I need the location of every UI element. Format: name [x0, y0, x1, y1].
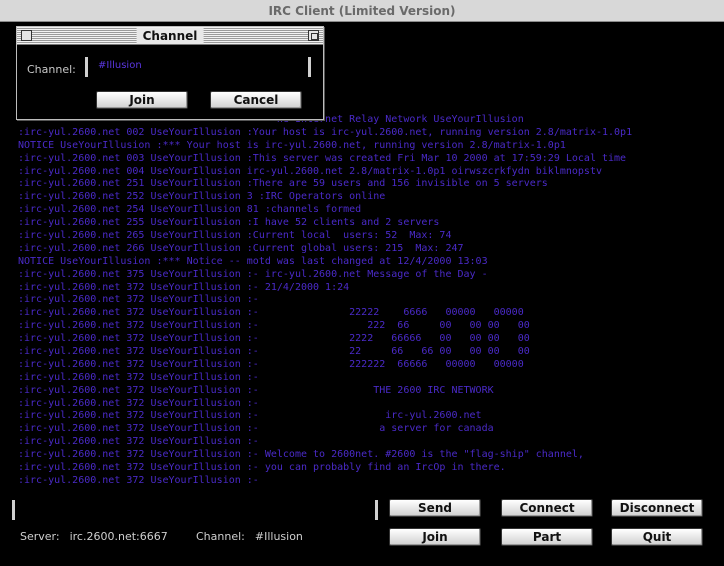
channel-input[interactable]: #Illusion	[85, 57, 311, 77]
chat-line: :irc-yul.2600.net 372 UseYourIllusion :-	[18, 436, 259, 448]
chat-line: :irc-yul.2600.net 372 UseYourIllusion :-…	[18, 410, 482, 422]
server-status: Server: irc.2600.net:6667	[20, 530, 168, 543]
chat-line: :irc-yul.2600.net 372 UseYourIllusion :-	[18, 474, 259, 486]
chat-line: :irc-yul.2600.net 372 UseYourIllusion :-	[18, 294, 259, 306]
chat-line: :irc-yul.2600.net 372 UseYourIllusion :-…	[18, 384, 494, 396]
channel-status-label: Channel:	[196, 530, 245, 543]
chat-line: NOTICE UseYourIllusion :*** Notice -- mo…	[18, 255, 488, 267]
channel-status: Channel: #Illusion	[196, 530, 303, 543]
server-label: Server:	[20, 530, 60, 543]
chat-line: :irc-yul.2600.net 252 UseYourIllusion 3 …	[18, 191, 386, 203]
chat-line: :irc-yul.2600.net 372 UseYourIllusion :-…	[18, 281, 350, 293]
chat-line: :irc-yul.2600.net 255 UseYourIllusion :I…	[18, 217, 440, 229]
chat-line: :irc-yul.2600.net 375 UseYourIllusion :-…	[18, 268, 488, 280]
chat-line: :irc-yul.2600.net 265 UseYourIllusion :C…	[18, 230, 452, 242]
chat-line: :irc-yul.2600.net 003 UseYourIllusion :T…	[18, 152, 627, 164]
window-titlebar[interactable]: IRC Client (Limited Version)	[0, 0, 724, 22]
dialog-title: Channel	[136, 28, 204, 44]
chat-line: :irc-yul.2600.net 251 UseYourIllusion :T…	[18, 178, 548, 190]
dialog-join-button[interactable]: Join	[96, 91, 188, 109]
chat-line: :irc-yul.2600.net 372 UseYourIllusion :-…	[18, 462, 506, 474]
chat-line: :irc-yul.2600.net 002 UseYourIllusion :Y…	[18, 126, 633, 138]
chat-line: :irc-yul.2600.net 372 UseYourIllusion :-…	[18, 449, 584, 461]
zoom-box-icon[interactable]	[308, 30, 319, 41]
chat-line: :irc-yul.2600.net 372 UseYourIllusion :-…	[18, 358, 524, 370]
close-box-icon[interactable]	[21, 30, 32, 41]
channel-dialog: Channel Channel: #Illusion Join Cancel	[16, 26, 324, 120]
chat-line: :irc-yul.2600.net 254 UseYourIllusion 81…	[18, 204, 362, 216]
chat-line: :irc-yul.2600.net 372 UseYourIllusion :-…	[18, 307, 524, 319]
chat-line: :irc-yul.2600.net 372 UseYourIllusion :-	[18, 397, 259, 409]
server-value: irc.2600.net:6667	[69, 530, 168, 543]
chat-line: NOTICE UseYourIllusion :*** Your host is…	[18, 139, 566, 151]
chat-line: :irc-yul.2600.net 372 UseYourIllusion :-	[18, 371, 259, 383]
window-title: IRC Client (Limited Version)	[268, 3, 456, 18]
channel-label: Channel:	[27, 63, 76, 76]
dialog-titlebar[interactable]: Channel	[17, 27, 323, 45]
dialog-cancel-button[interactable]: Cancel	[210, 91, 302, 109]
chat-line: :irc-yul.2600.net 372 UseYourIllusion :-…	[18, 333, 530, 345]
chat-line: :irc-yul.2600.net 372 UseYourIllusion :-…	[18, 423, 494, 435]
chat-line: :irc-yul.2600.net 004 UseYourIllusion ir…	[18, 165, 602, 177]
disconnect-button[interactable]: Disconnect	[611, 499, 703, 517]
quit-button[interactable]: Quit	[611, 528, 703, 546]
chat-log[interactable]: he Internet Relay Network UseYourIllusio…	[18, 114, 718, 492]
connect-button[interactable]: Connect	[501, 499, 593, 517]
part-button[interactable]: Part	[501, 528, 593, 546]
chat-line: :irc-yul.2600.net 372 UseYourIllusion :-…	[18, 320, 530, 332]
chat-line: :irc-yul.2600.net 266 UseYourIllusion :C…	[18, 242, 464, 254]
channel-status-value: #Illusion	[254, 530, 303, 543]
chat-line: :irc-yul.2600.net 372 UseYourIllusion :-…	[18, 346, 530, 358]
message-input[interactable]	[12, 500, 378, 520]
send-button[interactable]: Send	[389, 499, 481, 517]
join-button[interactable]: Join	[389, 528, 481, 546]
